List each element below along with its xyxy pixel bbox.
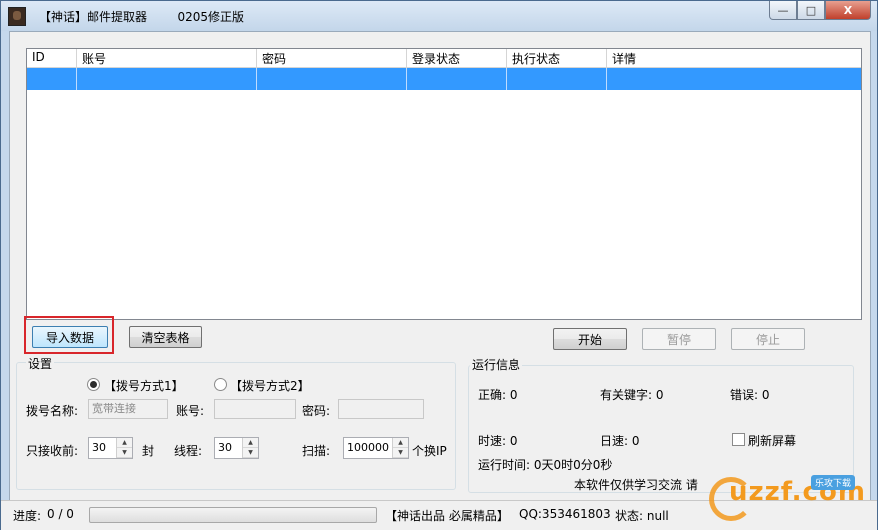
arrow-up-icon[interactable]: ▲ xyxy=(117,438,132,448)
dial-mode-1-label[interactable]: 【拨号方式1】 xyxy=(104,377,184,394)
threads-value: 30 xyxy=(218,441,232,454)
receive-limit-stepper[interactable]: 30 ▲ ▼ xyxy=(88,437,133,459)
notice-text: 本软件仅供学习交流 请 xyxy=(574,478,698,492)
stepper-arrows[interactable]: ▲ ▼ xyxy=(116,438,132,458)
maximize-button[interactable]: □ xyxy=(797,1,825,20)
qq-text: QQ:353461803 xyxy=(519,507,611,521)
title-bar[interactable]: 【神话】邮件提取器 0205修正版 — □ X xyxy=(1,1,877,31)
minimize-button[interactable]: — xyxy=(769,1,797,20)
scan-label: 扫描: xyxy=(302,444,331,458)
arrow-up-icon[interactable]: ▲ xyxy=(393,438,408,448)
threads-stepper[interactable]: 30 ▲ ▼ xyxy=(214,437,259,459)
stepper-arrows[interactable]: ▲ ▼ xyxy=(242,438,258,458)
column-header-login-status[interactable]: 登录状态 xyxy=(407,49,507,67)
hour-speed: 时速: 0 xyxy=(478,434,518,448)
arrow-down-icon[interactable]: ▼ xyxy=(117,448,132,458)
dial-mode-2-label[interactable]: 【拨号方式2】 xyxy=(230,377,310,394)
main-window: 【神话】邮件提取器 0205修正版 — □ X ID 账号 密码 登录状态 执行… xyxy=(0,0,878,530)
keyword-count: 有关键字: 0 xyxy=(600,388,664,402)
dial-mode-1-radio[interactable] xyxy=(87,378,100,391)
progress-text: 0 / 0 xyxy=(47,507,74,521)
close-button[interactable]: X xyxy=(825,1,871,20)
threads-label: 线程: xyxy=(174,444,203,458)
table-cell xyxy=(27,68,77,90)
window-controls: — □ X xyxy=(769,1,871,20)
progress-label: 进度: xyxy=(13,509,42,523)
arrow-up-icon[interactable]: ▲ xyxy=(243,438,258,448)
receive-unit-label: 封 xyxy=(142,444,155,458)
stepper-arrows[interactable]: ▲ ▼ xyxy=(392,438,408,458)
column-header-id[interactable]: ID xyxy=(27,49,77,67)
table-cell xyxy=(77,68,257,90)
error-count: 错误: 0 xyxy=(730,388,770,402)
state-text: 状态: null xyxy=(615,509,669,523)
brand-text: 【神话出品 必属精品】 xyxy=(385,509,509,523)
dial-name-label: 拨号名称: xyxy=(26,404,79,418)
data-table[interactable]: ID 账号 密码 登录状态 执行状态 详情 xyxy=(26,48,862,320)
scan-stepper[interactable]: 100000 ▲ ▼ xyxy=(343,437,409,459)
app-icon xyxy=(8,7,26,26)
pause-button[interactable]: 暂停 xyxy=(642,328,716,350)
table-header: ID 账号 密码 登录状态 执行状态 详情 xyxy=(27,49,861,68)
column-header-password[interactable]: 密码 xyxy=(257,49,407,67)
dial-mode-2-radio[interactable] xyxy=(214,378,227,391)
column-header-exec-status[interactable]: 执行状态 xyxy=(507,49,607,67)
column-header-account[interactable]: 账号 xyxy=(77,49,257,67)
day-speed: 日速: 0 xyxy=(600,434,640,448)
receive-limit-label: 只接收前: xyxy=(26,444,79,458)
clear-table-button[interactable]: 清空表格 xyxy=(129,326,202,348)
watermark-logo: uzzf.com 乐攻下载 xyxy=(709,471,869,525)
stop-button[interactable]: 停止 xyxy=(731,328,805,350)
refresh-screen-label[interactable]: 刷新屏幕 xyxy=(748,432,796,449)
account-input[interactable] xyxy=(214,399,296,419)
watermark-tag: 乐攻下载 xyxy=(811,475,856,490)
client-area: ID 账号 密码 登录状态 执行状态 详情 导入数据 清空表格 开始 暂停 停止… xyxy=(9,31,871,501)
arrow-down-icon[interactable]: ▼ xyxy=(243,448,258,458)
window-title: 【神话】邮件提取器 0205修正版 xyxy=(39,10,245,24)
table-cell xyxy=(507,68,607,90)
refresh-screen-checkbox[interactable] xyxy=(732,433,745,446)
correct-count: 正确: 0 xyxy=(478,388,518,402)
arrow-down-icon[interactable]: ▼ xyxy=(393,448,408,458)
start-button[interactable]: 开始 xyxy=(553,328,627,350)
table-cell xyxy=(407,68,507,90)
highlight-box xyxy=(24,316,114,354)
run-time: 运行时间: 0天0时0分0秒 xyxy=(478,458,613,472)
password-label: 密码: xyxy=(302,404,331,418)
column-header-details[interactable]: 详情 xyxy=(607,49,861,67)
table-row[interactable] xyxy=(27,68,861,90)
account-label: 账号: xyxy=(176,404,205,418)
settings-group-title: 设置 xyxy=(26,355,55,372)
table-cell xyxy=(607,68,861,90)
scan-unit-label: 个换IP xyxy=(412,444,447,458)
table-cell xyxy=(257,68,407,90)
runinfo-group-title: 运行信息 xyxy=(470,356,523,373)
progress-bar xyxy=(89,507,377,523)
password-input[interactable] xyxy=(338,399,424,419)
receive-limit-value: 30 xyxy=(92,441,106,454)
scan-value: 100000 xyxy=(347,441,389,454)
dial-name-input[interactable]: 宽带连接 xyxy=(88,399,168,419)
